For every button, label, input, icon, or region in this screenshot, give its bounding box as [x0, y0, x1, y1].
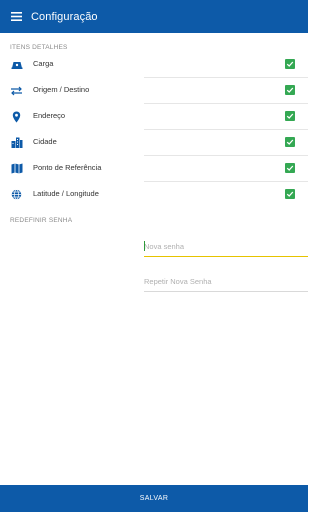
field-underline [144, 256, 308, 257]
hamburger-menu-icon [10, 12, 22, 21]
checkbox-checked[interactable] [285, 111, 295, 121]
field-underline [144, 291, 308, 292]
repeat-password-input[interactable] [144, 270, 308, 292]
city-icon [10, 136, 23, 149]
detail-row-label: Ponto de Referência [33, 163, 102, 172]
check-icon [286, 87, 294, 93]
check-icon [286, 165, 294, 171]
page-title: Configuração [31, 10, 98, 23]
checkbox-checked[interactable] [285, 85, 295, 95]
menu-button[interactable] [0, 0, 32, 33]
swap-arrows-icon [10, 84, 23, 97]
new-password-field[interactable] [144, 235, 308, 257]
checkbox-checked[interactable] [285, 59, 295, 69]
checkbox-checked[interactable] [285, 189, 295, 199]
check-icon [286, 61, 294, 67]
detail-row-label: Cidade [33, 137, 57, 146]
check-icon [286, 139, 294, 145]
repeat-password-field[interactable] [144, 270, 308, 292]
detail-row-label: Origem / Destino [33, 85, 90, 94]
detail-row-endereco[interactable]: Endereço [0, 104, 308, 130]
save-button[interactable]: SALVAR [0, 485, 308, 512]
detail-row-cidade[interactable]: Cidade [0, 130, 308, 156]
details-section-title: ITENS DETALHES [10, 44, 68, 51]
detail-row-origem-destino[interactable]: Origem / Destino [0, 78, 308, 104]
checkbox-checked[interactable] [285, 137, 295, 147]
text-cursor [144, 241, 145, 251]
check-icon [286, 113, 294, 119]
detail-row-label: Latitude / Longitude [33, 189, 99, 198]
detail-row-label: Carga [33, 59, 54, 68]
checkbox-checked[interactable] [285, 163, 295, 173]
app-bar: Configuração [0, 0, 308, 33]
check-icon [286, 191, 294, 197]
detail-row-label: Endereço [33, 111, 66, 120]
map-icon [10, 162, 23, 175]
truck-icon [10, 58, 23, 71]
detail-row-ponto-de-referencia[interactable]: Ponto de Referência [0, 156, 308, 182]
map-pin-icon [10, 110, 23, 123]
globe-icon [10, 188, 23, 201]
detail-row-carga[interactable]: Carga [0, 52, 308, 78]
detail-row-latitude-longitude[interactable]: Latitude / Longitude [0, 182, 308, 208]
password-section-title: REDEFINIR SENHA [10, 217, 73, 224]
new-password-input[interactable] [144, 235, 308, 257]
